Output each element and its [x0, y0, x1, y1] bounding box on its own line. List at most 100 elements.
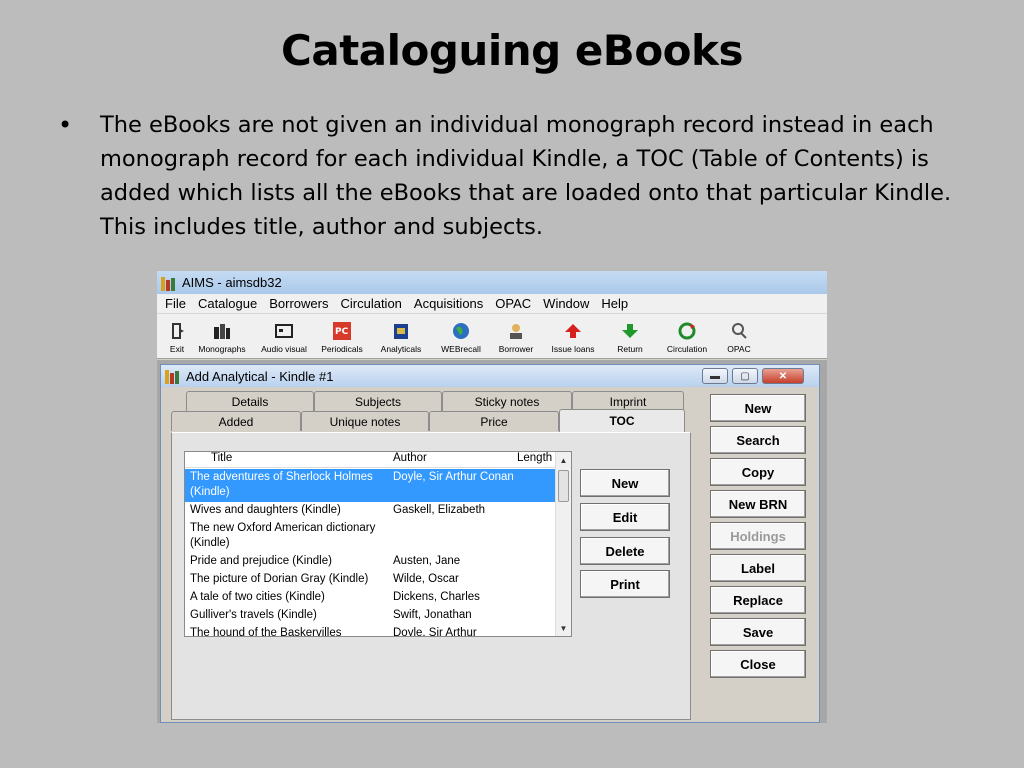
column-header-length[interactable]: Length [511, 452, 556, 467]
column-header-title[interactable]: Title [185, 452, 389, 467]
row-title: The adventures of Sherlock Holmes (Kindl… [190, 471, 373, 498]
menu-opac[interactable]: OPAC [489, 296, 537, 311]
row-author: Gaskell, Elizabeth [393, 504, 486, 516]
tab-toc[interactable]: TOC [559, 409, 685, 432]
row-title: The hound of the Baskervilles [190, 627, 342, 637]
toc-list-row[interactable]: The new Oxford American dictionary (Kind… [185, 520, 557, 553]
menu-catalogue[interactable]: Catalogue [192, 296, 263, 311]
toolbar-label: OPAC [727, 344, 751, 354]
new-button[interactable]: New [710, 394, 806, 422]
toc-list-row[interactable]: A tale of two cities (Kindle) Dickens, Ch… [185, 589, 557, 607]
circulation-icon [676, 321, 698, 341]
toolbar-button-borrower[interactable]: Borrower [491, 321, 541, 354]
aims-books-icon [161, 275, 177, 291]
toolbar-button-exit[interactable]: Exit [165, 321, 189, 354]
row-author: Austen, Jane [393, 555, 461, 567]
list-scrollbar[interactable]: ▲ ▼ [555, 452, 571, 636]
scroll-up-arrow-icon[interactable]: ▲ [556, 452, 571, 468]
tab-details[interactable]: Details [186, 391, 314, 411]
toolbar-label: Borrower [498, 344, 534, 354]
main-toolbar: Exit Monographs Audio visual PC Periodicals A… [157, 314, 827, 359]
save-button[interactable]: Save [710, 618, 806, 646]
opac-search-icon [728, 321, 750, 341]
bullet-dot: • [58, 111, 73, 139]
row-author: Doyle, Sir Arthur [393, 627, 477, 637]
analyticals-icon [390, 321, 412, 341]
toc-list-row[interactable]: The picture of Dorian Gray (Kindle) Wilde… [185, 571, 557, 589]
tab-subjects[interactable]: Subjects [314, 391, 442, 411]
add-analytical-dialog: Add Analytical - Kindle #1 ▬ ▢ ✕ Details… [160, 364, 820, 723]
tab-unique-notes[interactable]: Unique notes [301, 411, 429, 431]
toc-delete-button[interactable]: Delete [580, 537, 670, 565]
bullet-text: The eBooks are not given an individual m… [100, 112, 952, 240]
toolbar-button-issue-loans[interactable]: Issue loans [545, 321, 601, 354]
toolbar-button-monographs[interactable]: Monographs [193, 321, 251, 354]
toolbar-label: Audio visual [261, 344, 307, 354]
menu-acquisitions[interactable]: Acquisitions [408, 296, 489, 311]
periodicals-icon: PC [331, 321, 353, 341]
toolbar-button-analyticals[interactable]: Analyticals [371, 321, 431, 354]
toc-list-row[interactable]: The hound of the Baskervilles Doyle, Sir … [185, 625, 557, 637]
dialog-titlebar: Add Analytical - Kindle #1 ▬ ▢ ✕ [161, 365, 819, 387]
list-header: Title Author Length [185, 452, 571, 468]
replace-button[interactable]: Replace [710, 586, 806, 614]
maximize-button[interactable]: ▢ [732, 368, 758, 384]
svg-text:PC: PC [335, 327, 349, 337]
row-title: The picture of Dorian Gray (Kindle) [190, 573, 369, 585]
toolbar-label: Issue loans [551, 344, 595, 354]
row-author: Swift, Jonathan [393, 609, 472, 621]
aims-books-icon [165, 368, 181, 384]
toolbar-button-opac[interactable]: OPAC [719, 321, 759, 354]
menu-file[interactable]: File [159, 296, 192, 311]
close-button[interactable]: Close [710, 650, 806, 678]
holdings-button[interactable]: Holdings [710, 522, 806, 550]
search-button[interactable]: Search [710, 426, 806, 454]
toc-list-row[interactable]: The adventures of Sherlock Holmes (Kindl… [185, 469, 557, 502]
toc-print-button[interactable]: Print [580, 570, 670, 598]
toolbar-button-return[interactable]: Return [605, 321, 655, 354]
borrower-icon [505, 321, 527, 341]
bullet-point: • The eBooks are not given an individual… [58, 108, 978, 244]
scroll-thumb[interactable] [558, 470, 569, 502]
row-author: Dickens, Charles [393, 591, 480, 603]
menu-bar: File Catalogue Borrowers Circulation Acquisi… [157, 294, 827, 314]
toolbar-label: WEBrecall [441, 344, 481, 354]
toc-list-row[interactable]: Wives and daughters (Kindle) Gaskell, Eli… [185, 502, 557, 520]
tab-imprint[interactable]: Imprint [572, 391, 684, 411]
monographs-icon [211, 321, 233, 341]
row-title: Pride and prejudice (Kindle) [190, 555, 332, 567]
toolbar-button-periodicals[interactable]: PC Periodicals [317, 321, 367, 354]
tab-sticky-notes[interactable]: Sticky notes [442, 391, 572, 411]
menu-borrowers[interactable]: Borrowers [263, 296, 334, 311]
column-header-author[interactable]: Author [389, 452, 511, 467]
tab-row-back: Details Subjects Sticky notes Imprint [186, 391, 684, 411]
toolbar-button-audio-visual[interactable]: Audio visual [255, 321, 313, 354]
dialog-title: Add Analytical - Kindle #1 [186, 368, 334, 384]
close-window-button[interactable]: ✕ [762, 368, 804, 384]
globe-icon [450, 321, 472, 341]
row-author [389, 521, 539, 551]
exit-icon [166, 321, 188, 341]
menu-circulation[interactable]: Circulation [334, 296, 407, 311]
toc-edit-button[interactable]: Edit [580, 503, 670, 531]
minimize-button[interactable]: ▬ [702, 368, 728, 384]
toc-new-button[interactable]: New [580, 469, 670, 497]
list-rows: The adventures of Sherlock Holmes (Kindl… [185, 469, 557, 637]
copy-button[interactable]: Copy [710, 458, 806, 486]
toc-panel: Title Author Length The adventures of Sh… [171, 432, 691, 720]
label-button[interactable]: Label [710, 554, 806, 582]
menu-window[interactable]: Window [537, 296, 595, 311]
scroll-down-arrow-icon[interactable]: ▼ [556, 620, 571, 636]
toc-list-row[interactable]: Pride and prejudice (Kindle) Austen, Jane [185, 553, 557, 571]
new-brn-button[interactable]: New BRN [710, 490, 806, 518]
toc-list-row[interactable]: Gulliver's travels (Kindle) Swift, Jonath… [185, 607, 557, 625]
toolbar-button-webrecall[interactable]: WEBrecall [435, 321, 487, 354]
toolbar-button-circulation[interactable]: Circulation [659, 321, 715, 354]
row-author: Doyle, Sir Arthur Conan [393, 471, 514, 483]
menu-help[interactable]: Help [595, 296, 634, 311]
toc-listbox[interactable]: Title Author Length The adventures of Sh… [184, 451, 572, 637]
app-title: AIMS - aimsdb32 [182, 275, 282, 290]
tab-price[interactable]: Price [429, 411, 559, 431]
tab-added[interactable]: Added [171, 411, 301, 431]
toolbar-label: Periodicals [321, 344, 363, 354]
